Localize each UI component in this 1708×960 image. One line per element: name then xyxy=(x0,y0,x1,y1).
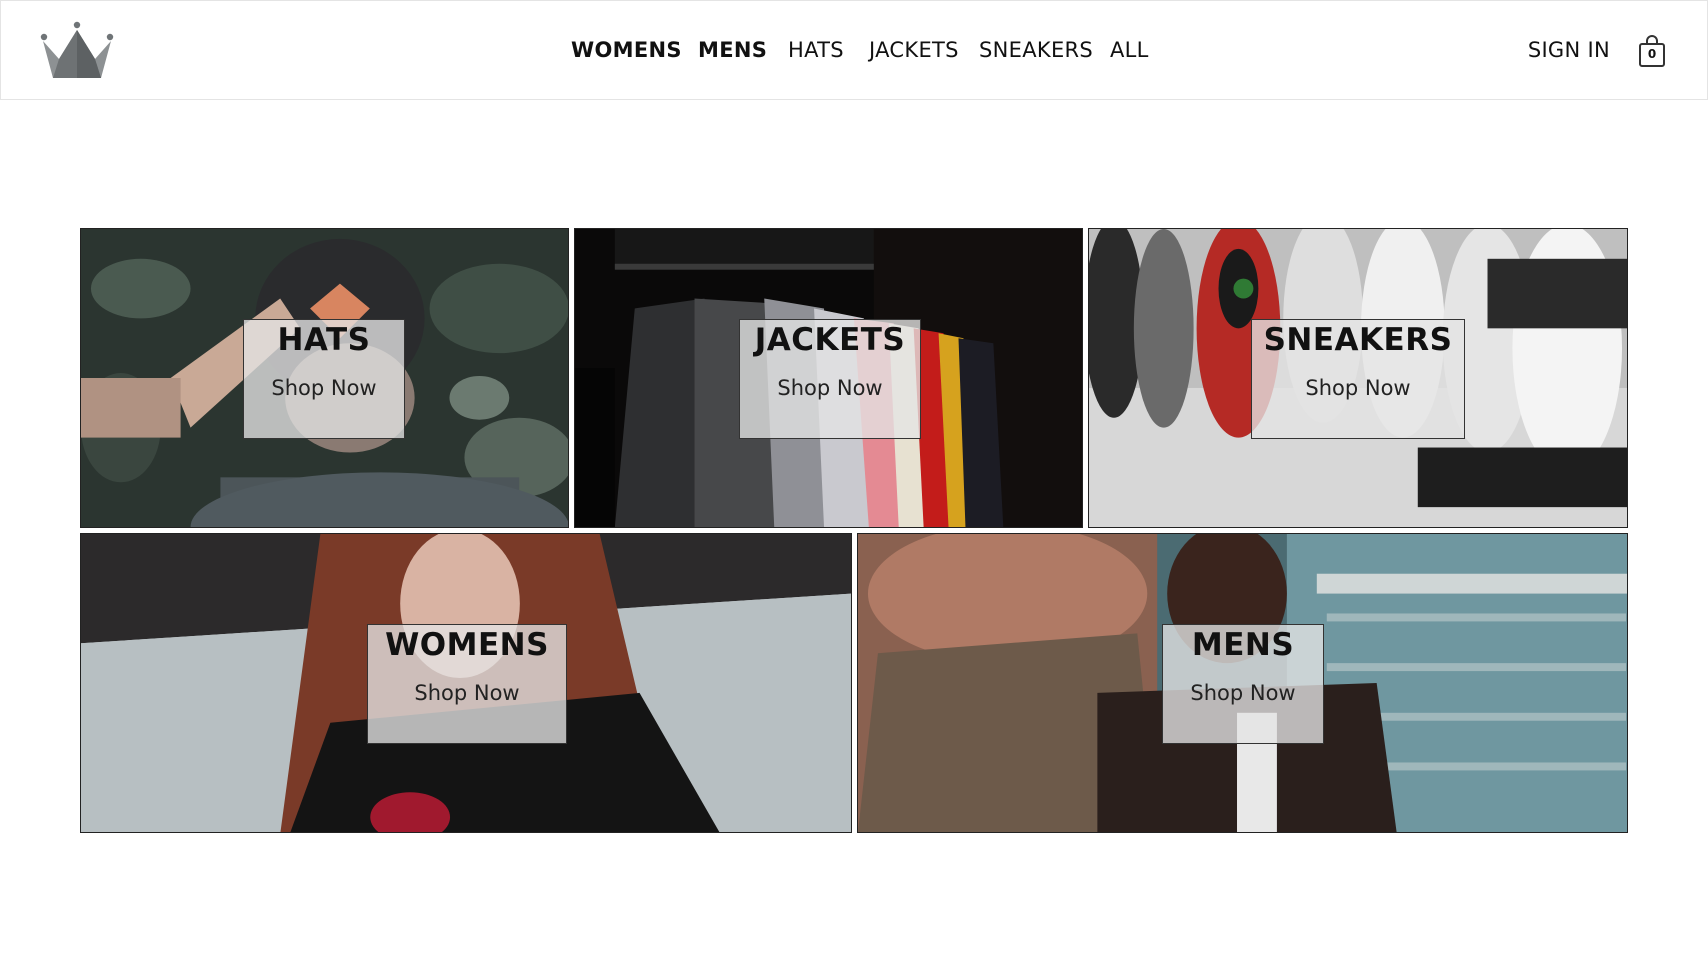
mens-title: MENS xyxy=(1191,627,1295,663)
womens-title: WOMENS xyxy=(385,627,549,663)
nav-mens[interactable]: MENS xyxy=(698,38,767,64)
nav-sneakers[interactable]: SNEAKERS xyxy=(979,38,1093,64)
jackets-label-box: JACKETS Shop Now xyxy=(739,319,921,439)
nav-womens[interactable]: WOMENS xyxy=(571,38,682,64)
category-tile-jackets[interactable]: JACKETS Shop Now xyxy=(574,228,1083,528)
category-tile-womens[interactable]: WOMENS Shop Now xyxy=(80,533,852,833)
jackets-shop-now[interactable]: Shop Now xyxy=(740,376,920,400)
sneakers-shop-now[interactable]: Shop Now xyxy=(1252,376,1464,400)
mens-shop-now[interactable]: Shop Now xyxy=(1163,681,1323,705)
nav-jackets[interactable]: JACKETS xyxy=(869,38,959,64)
site-header xyxy=(0,0,1708,100)
nav-hats[interactable]: HATS xyxy=(788,38,844,64)
sneakers-label-box: SNEAKERS Shop Now xyxy=(1251,319,1465,439)
womens-label-box: WOMENS Shop Now xyxy=(367,624,567,744)
crown-logo-icon[interactable] xyxy=(39,21,115,81)
category-tile-sneakers[interactable]: SNEAKERS Shop Now xyxy=(1088,228,1628,528)
hats-shop-now[interactable]: Shop Now xyxy=(244,376,404,400)
category-tile-mens[interactable]: MENS Shop Now xyxy=(857,533,1628,833)
hats-label-box: HATS Shop Now xyxy=(243,319,405,439)
mens-label-box: MENS Shop Now xyxy=(1162,624,1324,744)
hats-title: HATS xyxy=(277,322,371,358)
sneakers-title: SNEAKERS xyxy=(1263,322,1453,358)
category-tile-hats[interactable]: HATS Shop Now xyxy=(80,228,569,528)
jackets-title: JACKETS xyxy=(754,322,906,358)
nav-all[interactable]: ALL xyxy=(1110,38,1149,64)
womens-shop-now[interactable]: Shop Now xyxy=(368,681,566,705)
